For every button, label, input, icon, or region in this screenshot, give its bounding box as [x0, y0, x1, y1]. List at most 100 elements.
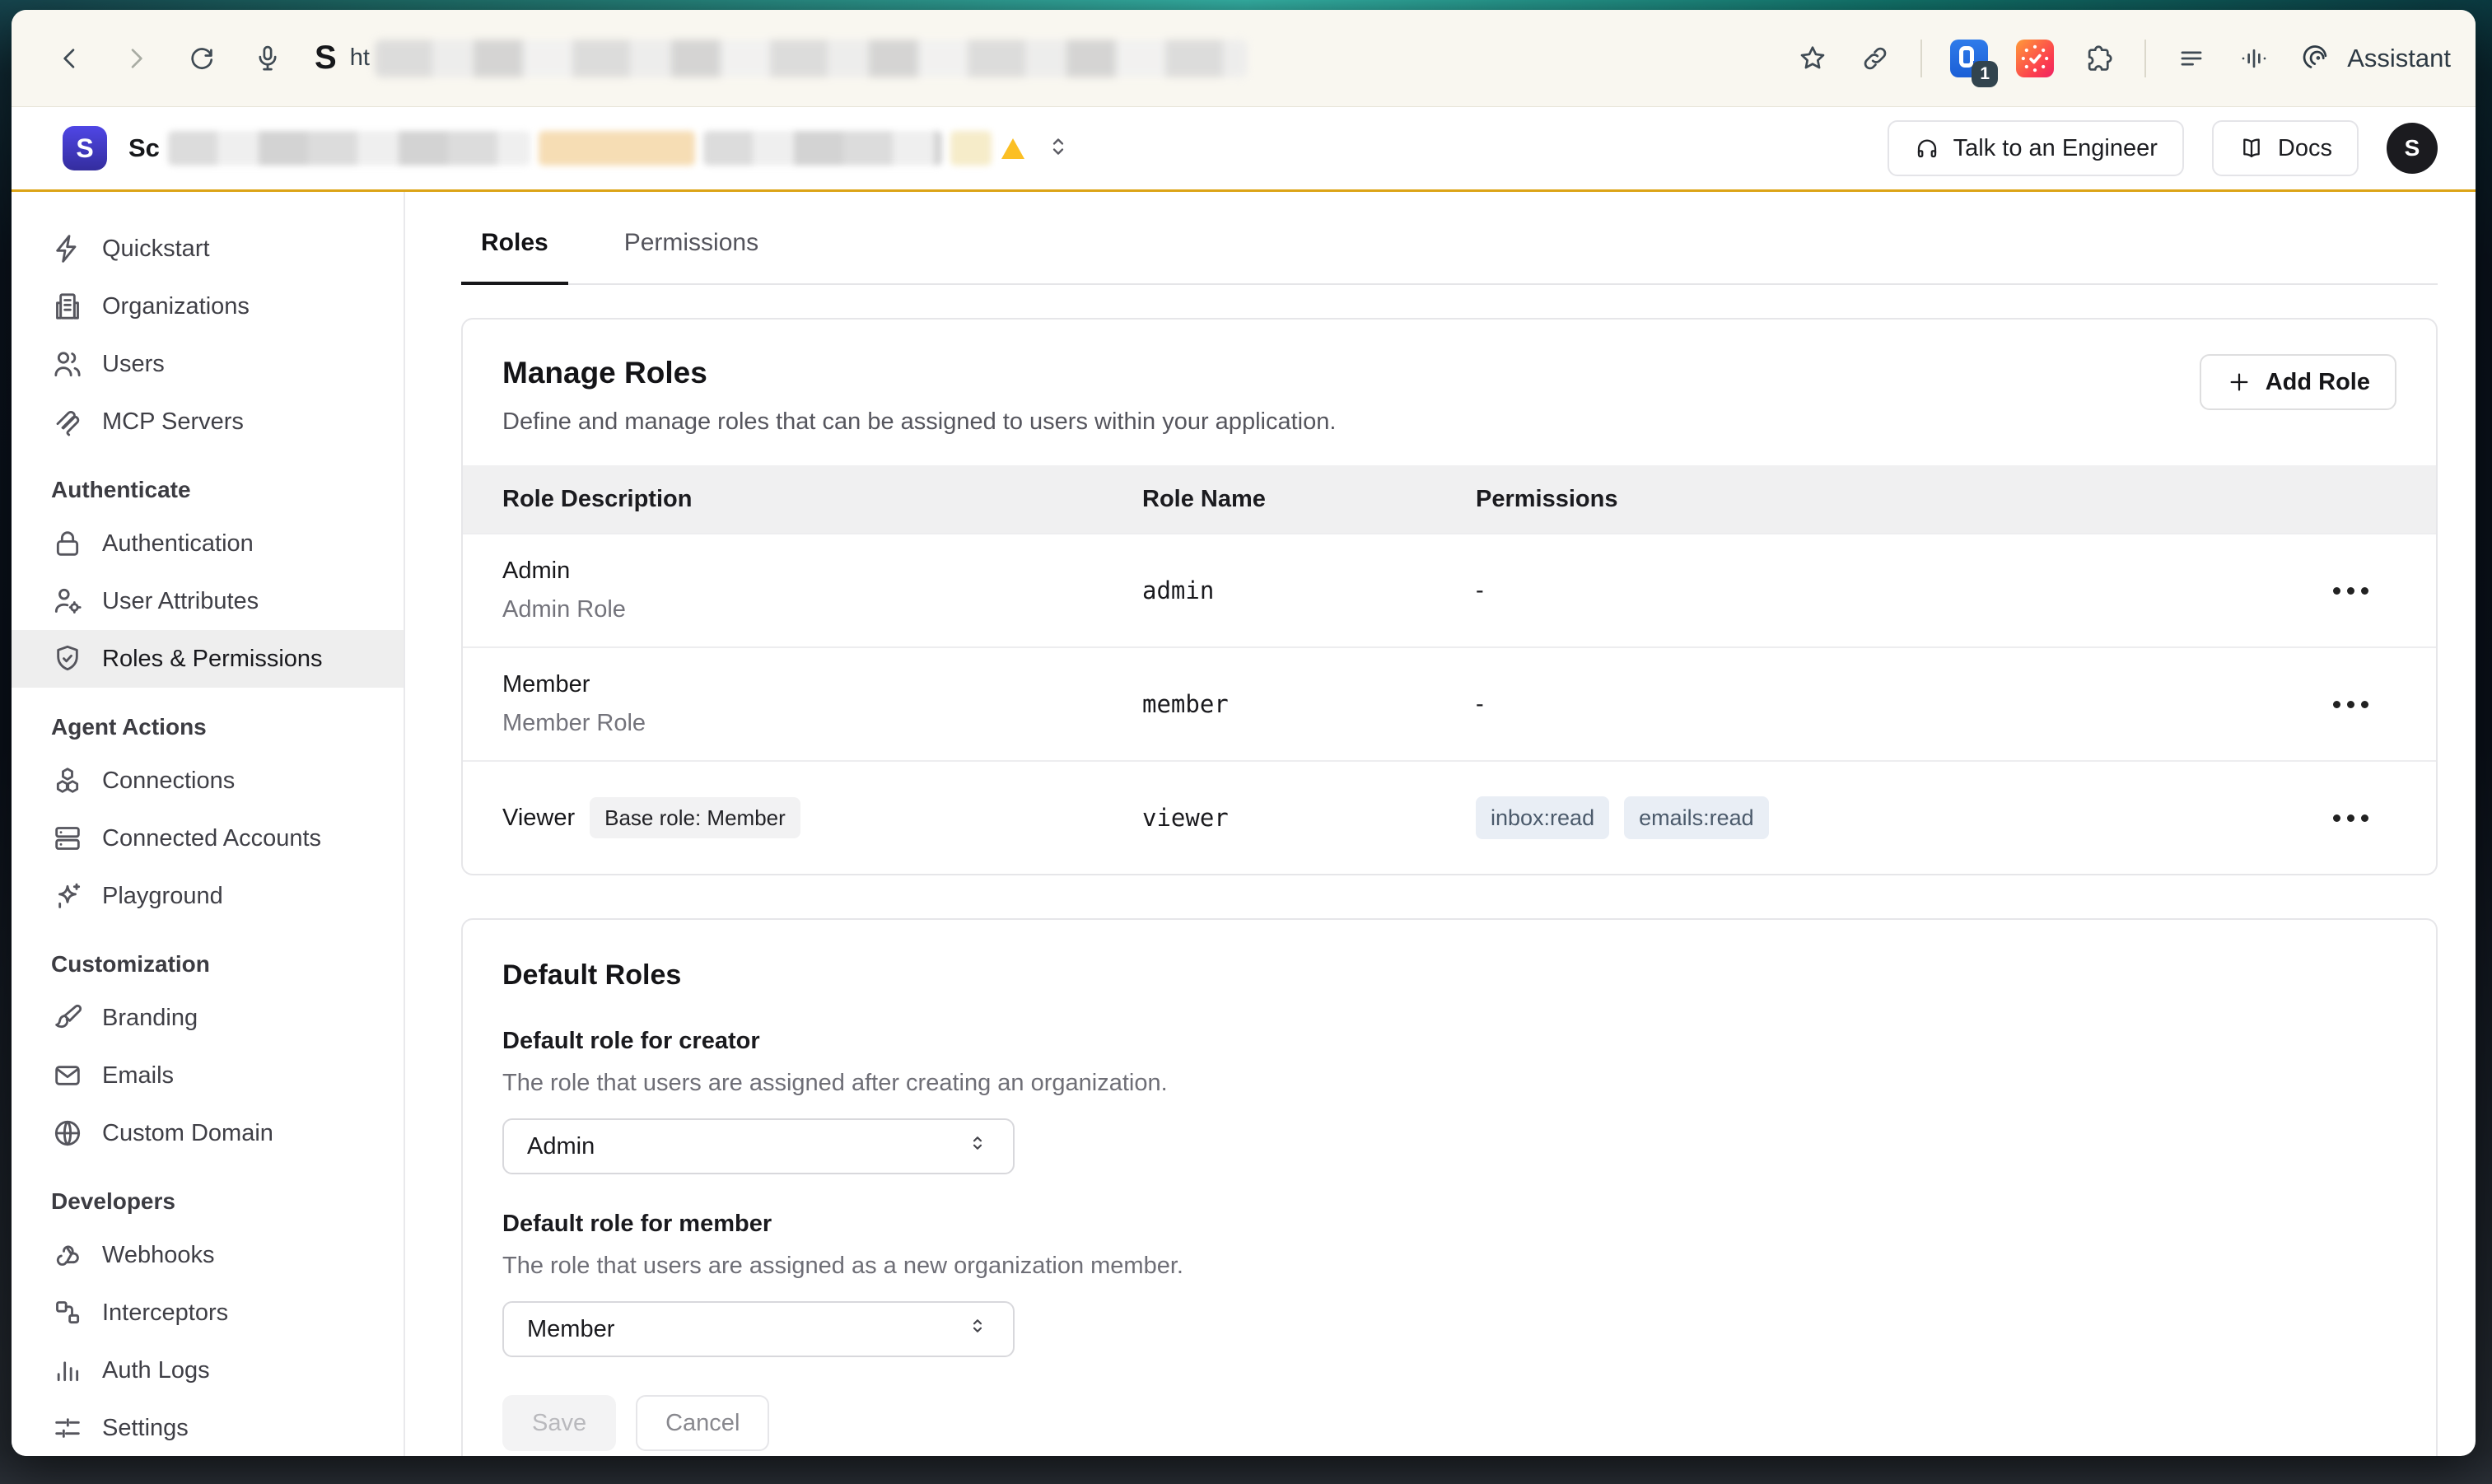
sidebar-section-authenticate: Authenticate [12, 465, 404, 515]
permissions-empty: - [1476, 691, 2301, 718]
app-header: S Sc Talk to an Engineer Docs S [12, 107, 2476, 192]
member-role-select[interactable]: Member [502, 1301, 1015, 1357]
row-menu-button[interactable] [2333, 701, 2368, 708]
sidebar-item-branding[interactable]: Branding [12, 989, 404, 1047]
default-roles-title: Default Roles [502, 959, 2396, 992]
sidebar-item-mcp-servers[interactable]: MCP Servers [12, 393, 404, 450]
manage-roles-title: Manage Roles [502, 356, 2396, 390]
back-icon[interactable] [53, 41, 87, 76]
permission-badge: emails:read [1624, 796, 1769, 839]
sidebar-item-settings[interactable]: Settings [12, 1399, 404, 1456]
user-gear-icon [51, 585, 84, 618]
shield-check-icon [51, 642, 84, 675]
env-badge-redacted [539, 131, 695, 166]
forward-icon[interactable] [119, 41, 153, 76]
manage-roles-card: Manage Roles Define and manage roles tha… [461, 318, 2438, 875]
creator-role-label: Default role for creator [502, 1028, 2396, 1055]
tab-bar: Roles Permissions [461, 192, 2438, 285]
talk-to-engineer-button[interactable]: Talk to an Engineer [1888, 120, 2184, 176]
role-description-text: Member Role [502, 710, 1142, 737]
permissions-empty: - [1476, 577, 2301, 604]
add-role-label: Add Role [2266, 369, 2370, 396]
browser-window: S ht 1 Assistant [12, 10, 2476, 1456]
sidebar-item-connected-accounts[interactable]: Connected Accounts [12, 810, 404, 867]
sidebar-item-connections[interactable]: Connections [12, 752, 404, 810]
sidebar-item-emails[interactable]: Emails [12, 1047, 404, 1104]
docs-button[interactable]: Docs [2212, 120, 2359, 176]
sidebar-item-users[interactable]: Users [12, 335, 404, 393]
webhook-icon [51, 1239, 84, 1272]
role-slug: admin [1142, 576, 1476, 604]
sidebar-item-playground[interactable]: Playground [12, 867, 404, 925]
row-menu-button[interactable] [2333, 587, 2368, 595]
sidebar-item-webhooks[interactable]: Webhooks [12, 1226, 404, 1284]
sidebar-label: Branding [102, 1005, 198, 1032]
sidebar-section-customization: Customization [12, 940, 404, 989]
sidebar-label: Auth Logs [102, 1357, 210, 1384]
sidebar-label: User Attributes [102, 588, 259, 615]
sidebar-item-authentication[interactable]: Authentication [12, 515, 404, 572]
sidebar-section-developers: Developers [12, 1177, 404, 1226]
microphone-icon[interactable] [250, 41, 285, 76]
add-role-button[interactable]: Add Role [2200, 354, 2396, 410]
role-row-admin: Admin Admin Role admin - [463, 533, 2436, 646]
column-permissions: Permissions [1476, 486, 2301, 513]
url-text[interactable]: ht [350, 44, 370, 72]
sidebar-label: Emails [102, 1062, 174, 1090]
reading-list-icon[interactable] [2174, 41, 2209, 76]
roles-table-header: Role Description Role Name Permissions [463, 465, 2436, 533]
voice-waveform-icon[interactable] [2237, 41, 2271, 76]
sidebar: Quickstart Organizations Users MCP Serve… [12, 192, 405, 1456]
password-manager-extension-icon[interactable]: 1 [1950, 40, 1988, 77]
project-switcher[interactable]: Sc [128, 131, 1072, 166]
stacked-cards-icon [51, 822, 84, 855]
cancel-button[interactable]: Cancel [636, 1395, 769, 1451]
manage-roles-subtitle: Define and manage roles that can be assi… [502, 408, 2396, 436]
reload-icon[interactable] [184, 41, 219, 76]
row-menu-button[interactable] [2333, 814, 2368, 822]
toolbar-divider [2144, 40, 2146, 77]
url-redacted [375, 40, 1248, 77]
bookmark-star-icon[interactable] [1795, 41, 1830, 76]
sidebar-item-organizations[interactable]: Organizations [12, 278, 404, 335]
role-slug: member [1142, 690, 1476, 718]
lock-icon [51, 527, 84, 560]
docs-button-label: Docs [2278, 135, 2332, 162]
save-button[interactable]: Save [502, 1395, 616, 1451]
sliders-icon [51, 1412, 84, 1444]
creator-role-value: Admin [527, 1133, 595, 1160]
assistant-ear-icon [2299, 41, 2334, 76]
sidebar-label: Connections [102, 768, 235, 795]
assistant-button[interactable]: Assistant [2299, 41, 2451, 76]
creator-role-select[interactable]: Admin [502, 1118, 1015, 1174]
timer-extension-icon[interactable] [2016, 40, 2054, 77]
sidebar-label: Quickstart [102, 236, 210, 263]
mcp-icon [51, 405, 84, 438]
sidebar-item-auth-logs[interactable]: Auth Logs [12, 1342, 404, 1399]
sidebar-item-quickstart[interactable]: Quickstart [12, 220, 404, 278]
column-role-name: Role Name [1142, 486, 1476, 513]
tab-permissions[interactable]: Permissions [604, 229, 778, 285]
users-icon [51, 348, 84, 380]
app-logo[interactable]: S [63, 126, 107, 170]
desktop-wallpaper: S ht 1 Assistant [0, 0, 2492, 1484]
column-role-description: Role Description [502, 486, 1142, 513]
warning-redacted [950, 131, 992, 166]
sidebar-label: Playground [102, 883, 223, 910]
role-description-text: Admin Role [502, 596, 1142, 623]
org-name-redacted [168, 131, 530, 166]
user-avatar[interactable]: S [2387, 123, 2438, 174]
extensions-puzzle-icon[interactable] [2082, 41, 2116, 76]
copy-link-icon[interactable] [1858, 41, 1892, 76]
tab-roles[interactable]: Roles [461, 229, 568, 285]
mail-icon [51, 1059, 84, 1092]
sidebar-item-user-attributes[interactable]: User Attributes [12, 572, 404, 630]
default-roles-card: Default Roles Default role for creator T… [461, 918, 2438, 1456]
sidebar-item-roles-permissions[interactable]: Roles & Permissions [12, 630, 404, 688]
bar-chart-icon [51, 1354, 84, 1387]
sidebar-item-custom-domain[interactable]: Custom Domain [12, 1104, 404, 1162]
sidebar-item-interceptors[interactable]: Interceptors [12, 1284, 404, 1342]
sparkles-icon [51, 880, 84, 912]
talk-button-label: Talk to an Engineer [1953, 135, 2158, 162]
building-icon [51, 290, 84, 323]
